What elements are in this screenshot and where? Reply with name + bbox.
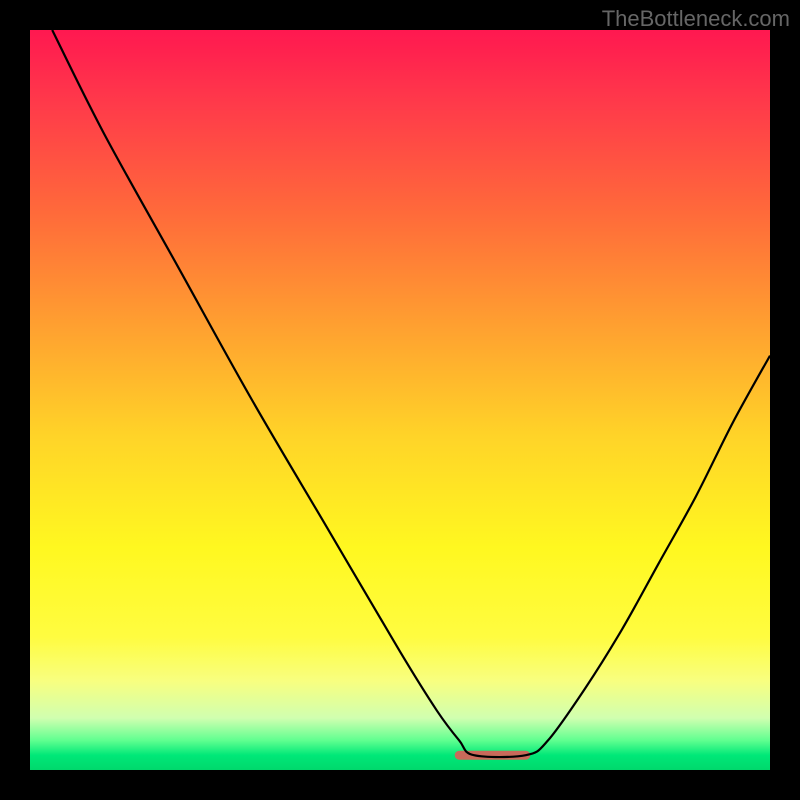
chart-svg: [30, 30, 770, 770]
chart-plot-area: [30, 30, 770, 770]
bottleneck-curve-line: [52, 30, 770, 757]
watermark-text: TheBottleneck.com: [602, 6, 790, 32]
